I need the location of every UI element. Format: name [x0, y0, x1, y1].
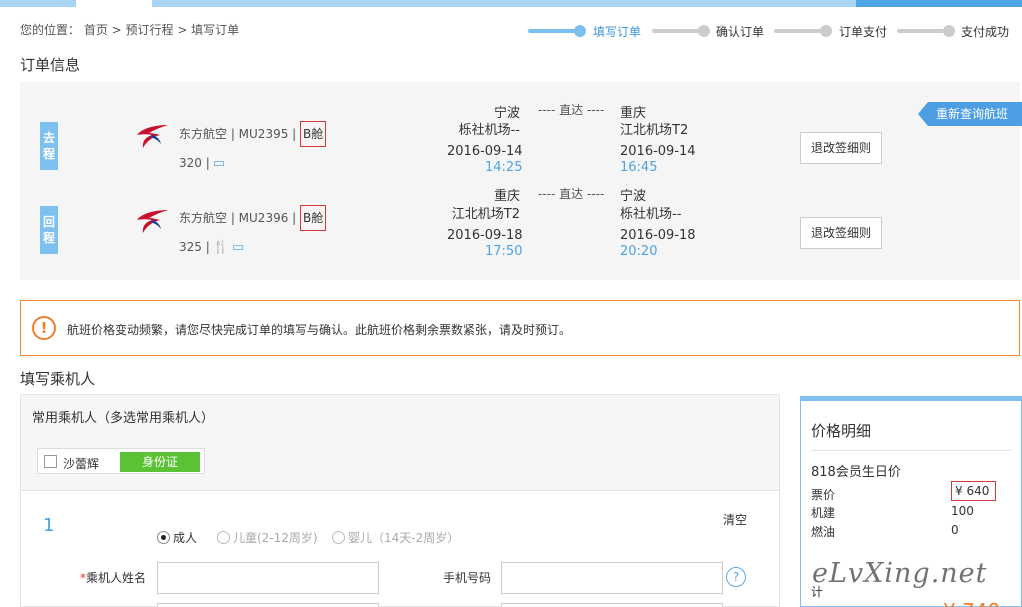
return-cabin-class: B舱 — [300, 205, 327, 231]
return-dep-airport: 江北机场T2 — [451, 207, 520, 222]
seat-icon: ▭ — [231, 240, 245, 255]
id-type-badge: 身份证 — [120, 452, 200, 472]
frequent-passenger-item[interactable]: 沙蕾辉 身份证 — [37, 448, 205, 474]
type-adult-radio[interactable]: 成人 — [157, 529, 197, 546]
type-child-radio[interactable]: 儿童(2-12周岁) — [217, 529, 318, 546]
promo-label: 818会员生日价 — [811, 465, 901, 480]
watermark: eLvXing.net — [812, 558, 988, 589]
return-dep-time: 17:50 — [485, 244, 523, 259]
return-arr-date: 2016-09-18 — [620, 228, 696, 243]
airport-fee-value: 100 — [951, 504, 974, 518]
outbound-direct-label: ---- 直达 ---- — [538, 103, 605, 117]
passenger-checkbox[interactable] — [44, 455, 57, 468]
return-airline-info: 东方航空 | MU2396 | B舱 — [179, 205, 327, 231]
price-divider — [811, 450, 1011, 451]
ticket-price-value: ¥ 640 — [951, 481, 997, 501]
passenger-name-input[interactable] — [157, 562, 379, 594]
order-info-panel: 去程 东方航空 | MU2395 | B舱 320 | ▭ 宁波 栎社机场-- -… — [20, 82, 1020, 280]
outbound-dep-airport: 栎社机场-- — [458, 123, 520, 138]
requery-flights-button[interactable]: 重新查询航班 — [918, 102, 1022, 126]
outbound-arr-airport: 江北机场T2 — [620, 123, 689, 138]
top-progress-bar — [0, 0, 1022, 7]
frequent-passengers: 常用乘机人（多选常用乘机人） 沙蕾辉 身份证 — [21, 395, 779, 491]
phone-second-input[interactable] — [501, 603, 723, 607]
price-title: 价格明细 — [811, 422, 872, 440]
outbound-refund-rules-button[interactable]: 退改签细则 — [800, 132, 882, 164]
help-icon[interactable]: ? — [726, 567, 746, 587]
outbound-tag: 去程 — [40, 122, 58, 170]
outbound-dep-time: 14:25 — [485, 160, 523, 175]
top-bar-accent — [856, 0, 1022, 7]
outbound-airline-info: 东方航空 | MU2395 | B舱 — [179, 121, 327, 147]
outbound-cabin-class: B舱 — [300, 121, 327, 147]
outbound-aircraft: 320 | ▭ — [179, 156, 226, 171]
return-dep-date: 2016-09-18 — [447, 228, 523, 243]
passenger-name-label: *乘机人姓名 — [80, 571, 147, 585]
ticket-price-label: 票价 — [811, 488, 836, 502]
fuel-fee-label: 燃油 — [811, 525, 836, 539]
passenger-form-panel: 常用乘机人（多选常用乘机人） 沙蕾辉 身份证 1 清空 成人 儿童(2-12周岁… — [20, 394, 780, 607]
phone-label: 手机号码 — [443, 571, 492, 585]
passenger-section-title: 填写乘机人 — [20, 370, 96, 388]
seat-icon: ▭ — [212, 156, 226, 171]
return-arr-airport: 栎社机场-- — [620, 207, 682, 222]
outbound-dep-date: 2016-09-14 — [447, 144, 523, 159]
return-direct-label: ---- 直达 ---- — [538, 187, 605, 201]
breadcrumb: 您的位置： 首页 > 预订行程 > 填写订单 — [20, 23, 240, 37]
meal-icon: 🍴 — [212, 240, 229, 255]
return-dep-city: 重庆 — [493, 189, 520, 204]
return-refund-rules-button[interactable]: 退改签细则 — [800, 217, 882, 249]
passenger-number: 1 — [43, 515, 55, 536]
passenger-name: 沙蕾辉 — [63, 457, 100, 471]
return-tag: 回程 — [40, 206, 58, 254]
type-infant-radio[interactable]: 婴儿（14天-2周岁） — [332, 529, 459, 546]
warning-icon: ! — [32, 316, 56, 340]
airline-logo-icon — [137, 125, 168, 148]
total-price: ¥ 740 — [943, 599, 1000, 607]
return-arr-city: 宁波 — [620, 189, 647, 204]
frequent-passengers-title: 常用乘机人（多选常用乘机人） — [32, 411, 215, 426]
airline-logo-icon — [137, 210, 168, 233]
top-bar-gap — [76, 0, 152, 7]
phone-input[interactable] — [501, 562, 723, 594]
outbound-arr-time: 16:45 — [620, 160, 658, 175]
order-info-title: 订单信息 — [20, 56, 81, 74]
airport-fee-label: 机建 — [811, 506, 836, 520]
fuel-fee-value: 0 — [951, 523, 959, 537]
notice-text: 航班价格变动频繁，请您尽快完成订单的填写与确认。此航班价格剩余票数紧张，请及时预… — [67, 323, 572, 337]
return-aircraft: 325 | 🍴 ▭ — [179, 240, 245, 255]
passenger-second-input[interactable] — [157, 603, 379, 607]
price-warning-notice: ! 航班价格变动频繁，请您尽快完成订单的填写与确认。此航班价格剩余票数紧张，请及… — [20, 300, 1020, 356]
clear-button[interactable]: 清空 — [723, 511, 747, 528]
outbound-arr-date: 2016-09-14 — [620, 144, 696, 159]
return-arr-time: 20:20 — [620, 244, 658, 259]
